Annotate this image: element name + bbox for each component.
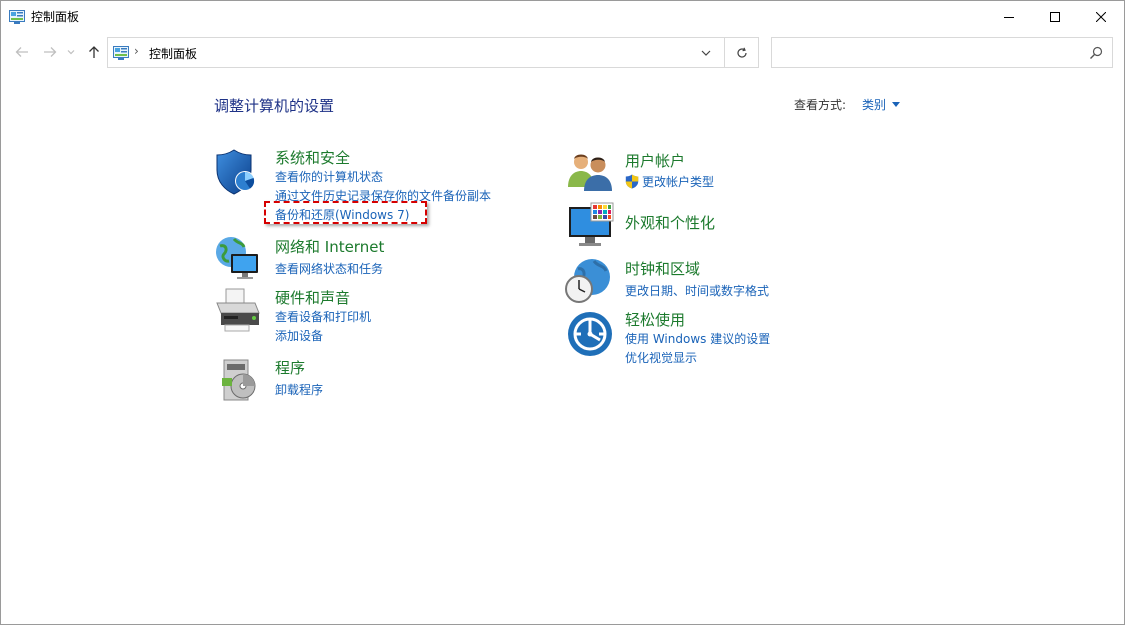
category-hardware-sound[interactable]: 硬件和声音	[275, 287, 350, 308]
caret-down-icon	[892, 102, 901, 107]
search-box[interactable]	[771, 37, 1113, 68]
uac-shield-icon	[625, 174, 639, 189]
link-network-status[interactable]: 查看网络状态和任务	[275, 260, 383, 277]
maximize-button[interactable]	[1032, 1, 1078, 32]
category-ease-of-access[interactable]: 轻松使用	[625, 309, 685, 330]
link-devices-printers[interactable]: 查看设备和打印机	[275, 308, 371, 325]
breadcrumb-separator: ›	[134, 44, 139, 58]
control-panel-icon	[113, 45, 129, 60]
category-system-security[interactable]: 系统和安全	[275, 147, 350, 168]
highlight-annotation	[264, 201, 427, 224]
category-network-internet[interactable]: 网络和 Internet	[275, 236, 384, 257]
link-add-device[interactable]: 添加设备	[275, 327, 323, 344]
link-change-account-type-label: 更改帐户类型	[642, 175, 715, 189]
shield-icon[interactable]	[214, 148, 262, 196]
link-view-computer-status[interactable]: 查看你的计算机状态	[275, 168, 383, 185]
category-user-accounts[interactable]: 用户帐户	[625, 150, 685, 171]
up-arrow-icon	[89, 46, 99, 58]
clock-globe-icon[interactable]	[564, 257, 612, 305]
category-appearance-personalization[interactable]: 外观和个性化	[625, 212, 715, 233]
printer-icon[interactable]	[214, 287, 262, 335]
back-arrow-icon	[15, 47, 28, 57]
link-optimize-visual-display[interactable]: 优化视觉显示	[625, 349, 697, 366]
control-panel-window: 控制面板 › 控制面板 调整计算机的设置 查看方式: 类别 系统和安全 查看你的…	[0, 0, 1125, 625]
search-icon[interactable]	[1089, 45, 1105, 61]
chevron-down-icon	[67, 50, 75, 55]
link-change-account-type[interactable]: 更改帐户类型	[625, 173, 714, 190]
monitor-palette-icon[interactable]	[567, 201, 615, 249]
address-bar[interactable]: › 控制面板	[107, 37, 725, 68]
view-by-dropdown[interactable]: 类别	[862, 96, 901, 113]
up-button[interactable]	[84, 41, 104, 63]
network-globe-icon[interactable]	[214, 234, 262, 282]
refresh-icon	[736, 47, 747, 58]
page-title: 调整计算机的设置	[214, 97, 335, 115]
category-programs[interactable]: 程序	[275, 357, 305, 378]
category-clock-region[interactable]: 时钟和区域	[625, 258, 700, 279]
breadcrumb-control-panel[interactable]: 控制面板	[149, 45, 197, 62]
search-input[interactable]	[776, 42, 1080, 64]
view-by-value: 类别	[862, 98, 887, 112]
back-button[interactable]	[12, 41, 32, 63]
link-change-date-time-format[interactable]: 更改日期、时间或数字格式	[625, 282, 769, 299]
link-recommended-settings[interactable]: 使用 Windows 建议的设置	[625, 330, 770, 347]
link-uninstall-program[interactable]: 卸载程序	[275, 381, 323, 398]
refresh-button[interactable]	[724, 37, 759, 68]
minimize-button[interactable]	[986, 1, 1032, 32]
chevron-down-icon	[701, 50, 711, 56]
address-history-dropdown[interactable]	[698, 46, 714, 60]
programs-disc-icon[interactable]	[218, 356, 266, 404]
control-panel-icon	[9, 9, 25, 24]
ease-of-access-icon[interactable]	[567, 311, 615, 359]
users-icon[interactable]	[567, 151, 615, 199]
close-button[interactable]	[1078, 1, 1124, 32]
title-bar[interactable]: 控制面板	[1, 1, 1124, 32]
window-title: 控制面板	[31, 10, 80, 24]
view-by-label: 查看方式:	[794, 98, 847, 112]
forward-button[interactable]	[40, 41, 60, 63]
recent-locations-button[interactable]	[65, 41, 77, 63]
forward-arrow-icon	[44, 47, 57, 57]
